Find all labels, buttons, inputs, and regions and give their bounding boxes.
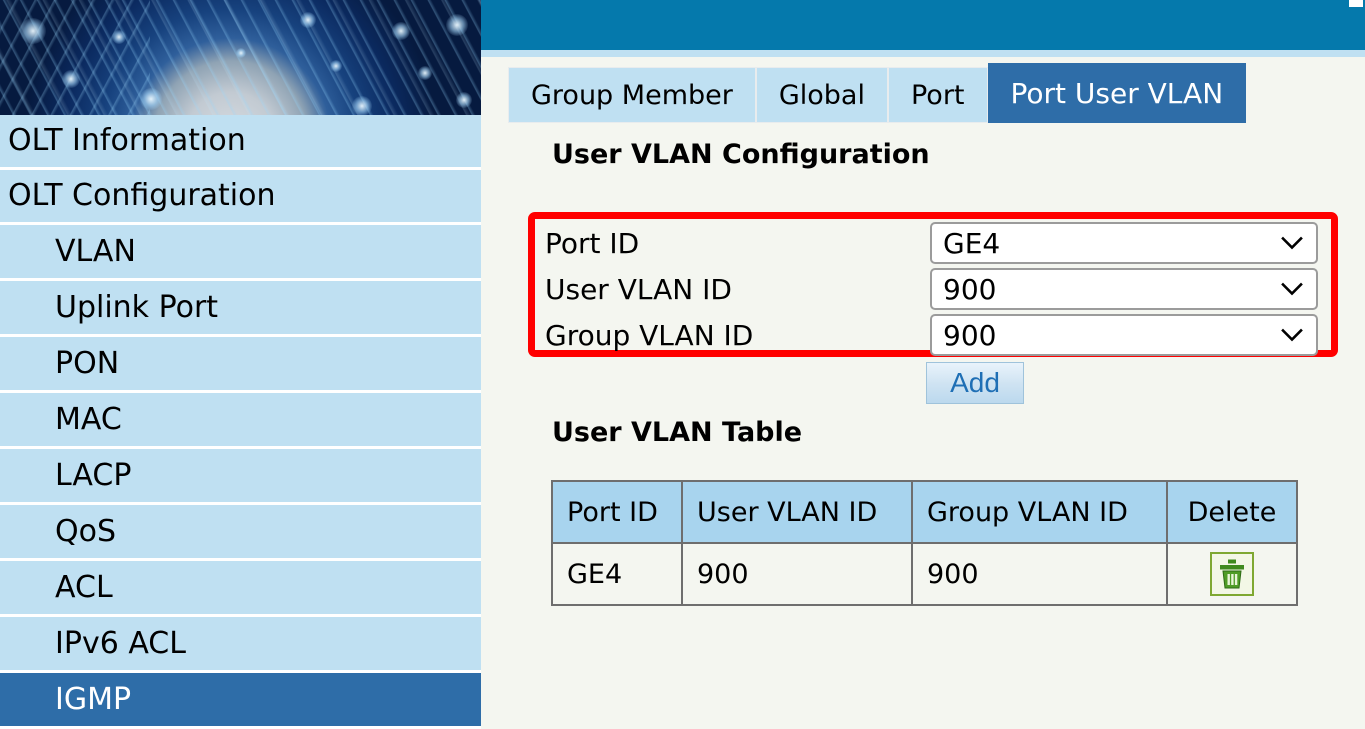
sidebar-item-label: VLAN: [55, 233, 136, 269]
cell-user-vlan-id: 900: [681, 542, 913, 606]
column-header-port-id: Port ID: [551, 480, 683, 544]
header-underline: [481, 50, 1365, 57]
select-value: GE4: [943, 226, 1001, 260]
sidebar-navigation: OLT Information OLT Configuration VLAN Upli…: [0, 115, 481, 729]
globe-banner-image: [0, 0, 481, 115]
content-panel: Group Member Global Port Port User VLAN Use…: [481, 57, 1365, 729]
bokeh-dot: [352, 96, 372, 115]
table-section-heading: User VLAN Table: [552, 417, 803, 448]
bokeh-dot: [418, 66, 432, 80]
cell-group-vlan-id: 900: [911, 542, 1168, 606]
column-header-delete: Delete: [1166, 480, 1298, 544]
sidebar-item-uplink-port[interactable]: Uplink Port: [0, 281, 481, 334]
sidebar-item-label: QoS: [55, 513, 117, 549]
add-button[interactable]: Add: [926, 362, 1024, 404]
sidebar-item-ipv6-acl[interactable]: IPv6 ACL: [0, 617, 481, 670]
header-artifact: [1349, 0, 1363, 7]
table-header-row: Port ID User VLAN ID Group VLAN ID Delet…: [551, 480, 1298, 544]
table-row: GE4 900 900: [551, 542, 1298, 606]
bokeh-dot: [392, 22, 410, 40]
column-header-group-vlan-id: Group VLAN ID: [911, 480, 1168, 544]
bokeh-dot: [300, 12, 316, 28]
bokeh-dot: [140, 88, 162, 110]
tab-label: Port User VLAN: [1010, 76, 1224, 110]
tab-port-user-vlan[interactable]: Port User VLAN: [987, 63, 1247, 123]
bokeh-dot: [456, 92, 472, 108]
sidebar-item-olt-information[interactable]: OLT Information: [0, 115, 481, 167]
select-port-id[interactable]: GE4: [930, 222, 1318, 264]
top-header-bar: [481, 0, 1365, 50]
form-row-user-vlan-id: User VLAN ID 900: [545, 266, 1335, 312]
chevron-down-icon: [1281, 236, 1303, 250]
label-user-vlan-id: User VLAN ID: [545, 272, 732, 306]
form-row-port-id: Port ID GE4: [545, 220, 1335, 266]
cell-delete: [1166, 542, 1298, 606]
table-head: Port ID User VLAN ID Group VLAN ID Delet…: [551, 480, 1298, 544]
cell-port-id: GE4: [551, 542, 683, 606]
chevron-down-icon: [1281, 328, 1303, 342]
tab-bar: Group Member Global Port Port User VLAN: [508, 63, 1247, 123]
label-port-id: Port ID: [545, 226, 640, 260]
select-user-vlan-id[interactable]: 900: [930, 268, 1318, 310]
sidebar-item-igmp[interactable]: IGMP: [0, 673, 481, 726]
bokeh-dot: [20, 18, 46, 44]
bokeh-dot: [62, 70, 80, 88]
sidebar-item-label: IGMP: [55, 681, 132, 717]
light-streaks-left: [0, 0, 150, 115]
config-section-heading: User VLAN Configuration: [552, 139, 930, 170]
sidebar-item-mac[interactable]: MAC: [0, 393, 481, 446]
sidebar-item-label: LACP: [55, 457, 132, 493]
tab-group-member[interactable]: Group Member: [508, 67, 756, 123]
column-header-user-vlan-id: User VLAN ID: [681, 480, 913, 544]
tab-global[interactable]: Global: [755, 67, 888, 123]
label-group-vlan-id: Group VLAN ID: [545, 318, 754, 352]
sidebar-item-label: Uplink Port: [55, 289, 219, 325]
sidebar-item-label: PON: [55, 345, 120, 381]
tab-port[interactable]: Port: [887, 67, 988, 123]
sidebar-item-pon[interactable]: PON: [0, 337, 481, 390]
sidebar-item-label: OLT Configuration: [8, 178, 276, 213]
sidebar-item-label: OLT Information: [8, 123, 246, 158]
bokeh-dot: [112, 30, 126, 44]
select-group-vlan-id[interactable]: 900: [930, 314, 1318, 356]
user-vlan-config-form: Port ID GE4 User VLAN ID 900 Group VLAN ID 90…: [545, 220, 1335, 358]
sidebar-item-qos[interactable]: QoS: [0, 505, 481, 558]
sidebar-item-acl[interactable]: ACL: [0, 561, 481, 614]
bokeh-dot: [446, 14, 468, 36]
chevron-down-icon: [1281, 282, 1303, 296]
select-value: 900: [943, 318, 997, 352]
sidebar-item-label: MAC: [55, 401, 122, 437]
sidebar-item-label: ACL: [55, 569, 113, 605]
trash-icon[interactable]: [1210, 552, 1254, 596]
sidebar-item-vlan[interactable]: VLAN: [0, 225, 481, 278]
sidebar-item-label: IPv6 ACL: [55, 625, 186, 661]
bokeh-dot: [236, 48, 246, 58]
table-body: GE4 900 900: [551, 542, 1298, 606]
tab-label: Global: [778, 79, 865, 111]
form-row-group-vlan-id: Group VLAN ID 900: [545, 312, 1335, 358]
tab-label: Port: [910, 79, 965, 111]
sidebar-item-olt-configuration[interactable]: OLT Configuration: [0, 170, 481, 222]
bokeh-dot: [330, 60, 342, 72]
user-vlan-table: Port ID User VLAN ID Group VLAN ID Delet…: [551, 480, 1298, 606]
sidebar-item-lacp[interactable]: LACP: [0, 449, 481, 502]
tab-label: Group Member: [531, 79, 733, 111]
select-value: 900: [943, 272, 997, 306]
